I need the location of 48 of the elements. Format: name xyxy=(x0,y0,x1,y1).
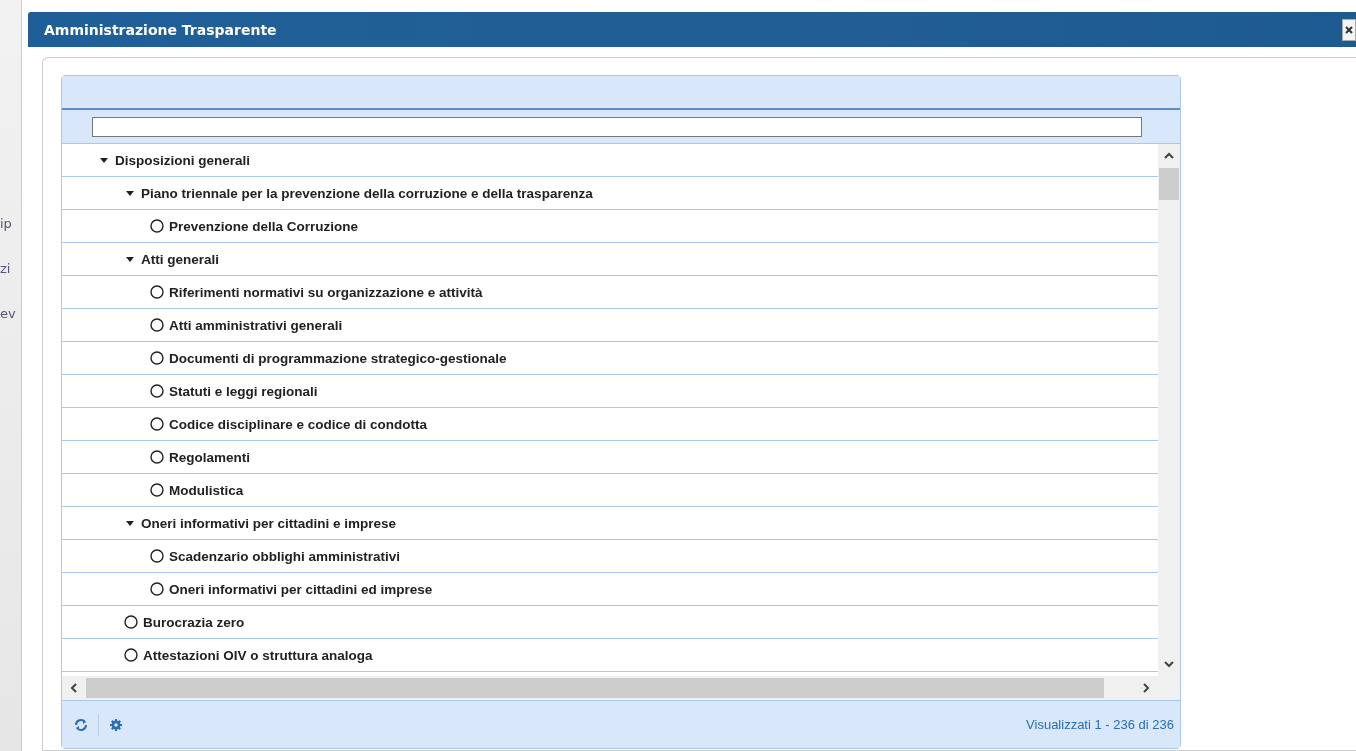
scrollbar-thumb[interactable] xyxy=(86,678,1104,698)
tree-item[interactable]: Regolamenti xyxy=(169,449,250,465)
tree-item[interactable]: Riferimenti normativi su organizzazione e attività xyxy=(169,284,483,300)
tree-item[interactable]: Atti generali xyxy=(141,251,219,267)
radio-circle-icon[interactable] xyxy=(150,483,164,497)
radio-circle-icon[interactable] xyxy=(150,549,164,563)
tree-item[interactable]: Statuti e leggi regionali xyxy=(169,383,318,399)
tree-item[interactable]: Atti amministrativi generali xyxy=(169,317,343,333)
background-text: zi xyxy=(0,261,12,276)
scroll-left-icon[interactable] xyxy=(70,683,78,693)
radio-circle-icon[interactable] xyxy=(124,615,138,629)
radio-circle-icon[interactable] xyxy=(150,450,164,464)
collapse-arrow-icon[interactable] xyxy=(124,188,136,198)
scrollbar-thumb[interactable] xyxy=(1159,168,1179,200)
radio-circle-icon[interactable] xyxy=(150,417,164,431)
radio-circle-icon[interactable] xyxy=(150,285,164,299)
background-text: ip xyxy=(0,216,13,231)
tree-item[interactable]: Disposizioni generali xyxy=(115,152,251,168)
radio-circle-icon[interactable] xyxy=(150,582,164,596)
tree-item[interactable]: Oneri informativi per cittadini e imprese xyxy=(141,515,397,531)
collapse-arrow-icon[interactable] xyxy=(98,155,110,165)
tree-item[interactable]: Oneri informativi per cittadini ed imprese xyxy=(169,581,433,597)
tree-item[interactable]: Burocrazia zero xyxy=(143,614,245,630)
tree-item[interactable]: Scadenzario obblighi amministrativi xyxy=(169,548,401,564)
tree-item[interactable]: Prevenzione della Corruzione xyxy=(169,218,359,234)
tree-item[interactable]: Documenti di programmazione strategico-gestionale xyxy=(169,350,507,366)
close-icon xyxy=(1345,24,1353,35)
scroll-up-icon[interactable] xyxy=(1164,152,1174,160)
tree-item[interactable]: Piano triennale per la prevenzione della corruzione e della trasparenza xyxy=(141,185,593,201)
record-count: Visualizzati 1 - 236 di 236 xyxy=(1026,717,1174,732)
horizontal-scrollbar[interactable] xyxy=(62,676,1158,700)
scroll-down-icon[interactable] xyxy=(1164,660,1174,668)
radio-circle-icon[interactable] xyxy=(124,648,138,662)
background-text: ev xyxy=(0,306,17,321)
radio-circle-icon[interactable] xyxy=(150,384,164,398)
radio-circle-icon[interactable] xyxy=(150,351,164,365)
tree-item[interactable]: Modulistica xyxy=(169,482,244,498)
window-title: Amministrazione Trasparente xyxy=(43,21,278,38)
close-button[interactable] xyxy=(1342,18,1356,41)
tree-item[interactable]: Attestazioni OIV o struttura analoga xyxy=(143,647,373,663)
collapse-arrow-icon[interactable] xyxy=(124,518,136,528)
collapse-arrow-icon[interactable] xyxy=(124,254,136,264)
filter-input[interactable] xyxy=(92,116,1142,137)
vertical-scrollbar[interactable] xyxy=(1158,144,1180,676)
radio-circle-icon[interactable] xyxy=(150,318,164,332)
scroll-right-icon[interactable] xyxy=(1142,683,1150,693)
tree-item[interactable]: Codice disciplinare e codice di condotta xyxy=(169,416,428,432)
radio-circle-icon[interactable] xyxy=(150,219,164,233)
